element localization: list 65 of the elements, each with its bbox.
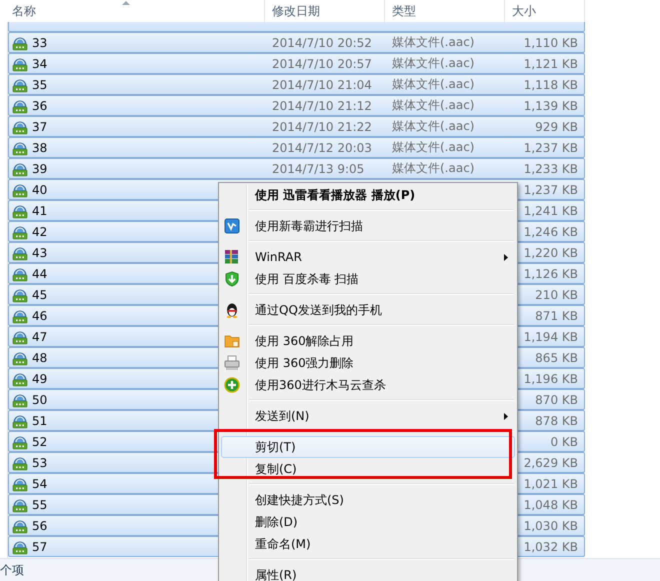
modified-date: 2014/7/12 20:03 <box>272 140 372 154</box>
file-size: 1,194 KB <box>524 330 578 344</box>
file-size: 1,237 KB <box>524 140 578 154</box>
file-size: 1,121 KB <box>524 56 578 70</box>
file-name: 50 <box>32 392 48 406</box>
file-name: 39 <box>32 162 48 176</box>
modified-date: 2014/7/10 20:52 <box>272 36 372 50</box>
file-name: 35 <box>32 78 48 92</box>
file-size: 870 KB <box>535 392 578 406</box>
file-size: 1,118 KB <box>524 78 578 92</box>
file-size: 1,021 KB <box>524 476 578 490</box>
file-size: 1,237 KB <box>524 182 578 196</box>
file-name: 49 <box>32 372 48 386</box>
file-name: 40 <box>32 182 48 196</box>
file-size: 929 KB <box>535 120 578 134</box>
file-name: 43 <box>32 246 48 260</box>
modified-date: 2014/7/10 21:22 <box>272 120 372 134</box>
file-name: 36 <box>32 98 48 112</box>
file-name: 34 <box>32 56 48 70</box>
file-size: 865 KB <box>535 350 578 364</box>
file-size: 1,139 KB <box>524 98 578 112</box>
file-name: 42 <box>32 224 48 238</box>
file-size: 1,048 KB <box>524 498 578 512</box>
file-size: 210 KB <box>535 288 578 302</box>
status-text: 个项 <box>0 562 24 578</box>
file-name: 48 <box>32 350 48 364</box>
file-size: 1,110 KB <box>524 36 578 50</box>
file-name: 53 <box>32 456 48 470</box>
file-size: 878 KB <box>535 414 578 428</box>
file-size: 1,233 KB <box>524 162 578 176</box>
file-size: 1,030 KB <box>524 518 578 532</box>
file-size: 871 KB <box>535 308 578 322</box>
modified-date: 2014/7/10 21:12 <box>272 98 372 112</box>
file-type: 媒体文件(.aac) <box>392 56 474 70</box>
file-size: 0 KB <box>550 434 578 448</box>
file-type: 媒体文件(.aac) <box>392 161 474 175</box>
file-name: 46 <box>32 308 48 322</box>
file-name: 54 <box>32 476 48 490</box>
file-size: 1,246 KB <box>524 224 578 238</box>
file-name: 38 <box>32 140 48 154</box>
file-type: 媒体文件(.aac) <box>392 119 474 133</box>
file-size: 1,241 KB <box>524 204 578 218</box>
file-type: 媒体文件(.aac) <box>392 140 474 154</box>
file-size: 1,032 KB <box>524 540 578 554</box>
file-size: 2,629 KB <box>524 456 578 470</box>
modified-date: 2014/7/13 9:05 <box>272 162 364 176</box>
file-name: 44 <box>32 266 48 280</box>
file-name: 41 <box>32 204 48 218</box>
file-type: 媒体文件(.aac) <box>392 98 474 112</box>
file-name: 52 <box>32 434 48 448</box>
file-name: 47 <box>32 330 48 344</box>
modified-date: 2014/7/10 21:04 <box>272 78 372 92</box>
file-name: 51 <box>32 414 48 428</box>
file-name: 56 <box>32 518 48 532</box>
modified-date: 2014/7/10 20:57 <box>272 56 372 70</box>
file-name: 55 <box>32 498 48 512</box>
file-name: 33 <box>32 36 48 50</box>
file-size: 1,220 KB <box>524 246 578 260</box>
file-type: 媒体文件(.aac) <box>392 77 474 91</box>
file-name: 57 <box>32 540 48 554</box>
file-name: 45 <box>32 288 48 302</box>
file-size: 1,126 KB <box>524 266 578 280</box>
file-type: 媒体文件(.aac) <box>392 35 474 49</box>
file-name: 37 <box>32 120 48 134</box>
file-size: 1,196 KB <box>524 372 578 386</box>
